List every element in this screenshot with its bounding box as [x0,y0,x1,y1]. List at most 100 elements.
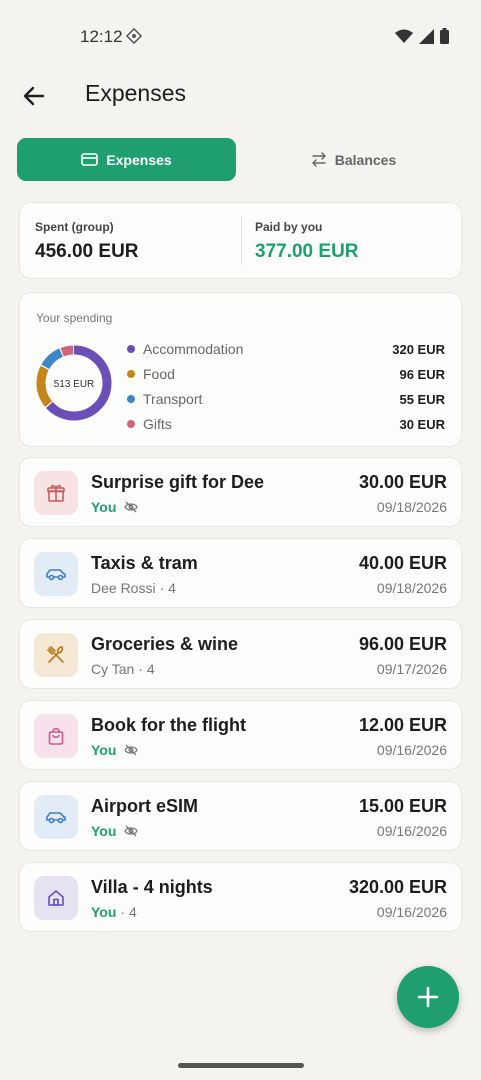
expense-amount: 320.00 EUR [348,877,447,897]
expense-title: Airport eSIM [91,796,199,816]
app-bar: Expenses [0,74,481,118]
hidden-eye-icon [124,501,139,513]
hidden-eye-icon [124,744,139,756]
tab-bar: Expenses Balances [17,138,464,181]
expense-amount: 40.00 EUR [358,553,447,573]
gift-icon [47,484,65,502]
expense-payer-line: You [91,499,139,515]
expense-item[interactable]: Surprise gift for Dee You 30.00 EUR 09/18/2… [19,457,462,527]
expense-category-badge [34,633,78,677]
spending-card: Your spending 513 EUR Accommodation 320 E… [19,292,462,447]
car-icon [46,812,66,824]
expense-payer: You [91,823,117,839]
expense-category-badge [34,795,78,839]
spent-group: Spent (group) 456.00 EUR [35,220,139,263]
status-bar: 12:12 [0,0,481,74]
expense-title: Groceries & wine [91,634,239,654]
expense-payer: You [91,742,117,758]
expense-participants: · 4 [159,580,176,596]
expense-item[interactable]: Airport eSIM You 15.00 EUR 09/16/2026 [19,781,462,851]
expense-payer: Cy Tan [91,661,135,677]
expense-title: Villa - 4 nights [91,877,213,897]
sync-status-icon [125,27,143,49]
legend-dot [127,370,135,378]
spent-value: 456.00 EUR [35,241,139,262]
legend-amount: 320 EUR [392,341,445,357]
expense-amount: 96.00 EUR [358,634,447,654]
expense-payer-line: Cy Tan · 4 [91,661,155,677]
expense-payer: Dee Rossi [91,580,156,596]
expense-participants: · 4 [120,904,137,920]
expense-category-badge [34,552,78,596]
legend-amount: 55 EUR [399,391,445,407]
expense-item[interactable]: Villa - 4 nights You · 4 320.00 EUR 09/16/2… [19,862,462,932]
plus-icon [417,986,439,1008]
expense-title: Surprise gift for Dee [91,472,265,492]
swap-arrows-icon [312,152,326,167]
expense-payer: You [91,904,117,920]
expense-payer-line: You [91,823,139,839]
expense-amount: 30.00 EUR [358,472,447,492]
spent-label: Spent (group) [35,220,114,234]
expense-payer-line: You [91,742,139,758]
wifi-icon [395,29,413,43]
spending-donut-chart: 513 EUR [36,345,112,421]
expense-payer-line: Dee Rossi · 4 [91,580,176,596]
expense-date: 09/16/2026 [376,823,447,839]
expense-date: 09/18/2026 [376,580,447,596]
paid-by-you: Paid by you 377.00 EUR [255,220,359,263]
paid-value: 377.00 EUR [255,241,359,262]
spending-title: Your spending [36,311,113,325]
back-button[interactable] [20,82,48,110]
legend-item-gifts: Gifts 30 EUR [127,414,445,434]
status-icons [395,28,449,44]
status-time: 12:12 [80,27,123,46]
expense-item[interactable]: Taxis & tram Dee Rossi · 4 40.00 EUR 09/18/… [19,538,462,608]
legend-name: Gifts [143,416,172,432]
legend-dot [127,420,135,428]
expense-payer: You [91,499,117,515]
legend-amount: 30 EUR [399,416,445,432]
paid-label: Paid by you [255,220,323,234]
expense-category-badge [34,471,78,515]
utensils-icon [47,646,64,663]
expense-date: 09/18/2026 [376,499,447,515]
summary-card: Spent (group) 456.00 EUR Paid by you 377… [19,202,462,279]
back-arrow-icon [23,86,45,106]
hidden-eye-icon [124,825,139,837]
expense-title: Taxis & tram [91,553,198,573]
expense-title: Book for the flight [91,715,246,735]
tab-expenses[interactable]: Expenses [17,138,236,181]
legend-name: Accommodation [143,341,244,357]
card-icon [81,153,99,166]
home-icon [48,890,64,906]
page-title: Expenses [85,80,187,106]
expense-date: 09/17/2026 [376,661,447,677]
expense-participants: · 4 [138,661,155,677]
shopping-bag-icon [48,727,64,745]
expense-amount: 12.00 EUR [358,715,447,735]
car-icon [46,569,66,581]
legend-amount: 96 EUR [399,366,445,382]
summary-divider [241,217,242,265]
battery-icon [440,28,449,44]
legend-dot [127,345,135,353]
add-expense-button[interactable] [397,966,459,1028]
expense-item[interactable]: Book for the flight You 12.00 EUR 09/16/202… [19,700,462,770]
tab-balances-label: Balances [334,151,397,168]
expense-payer-line: You · 4 [91,904,137,920]
expense-date: 09/16/2026 [376,742,447,758]
tab-expenses-label: Expenses [106,151,172,168]
signal-icon [419,28,434,44]
home-indicator[interactable] [178,1063,304,1068]
legend-item-food: Food 96 EUR [127,364,445,384]
expense-category-badge [34,876,78,920]
legend-name: Transport [143,391,203,407]
expense-amount: 15.00 EUR [358,796,447,816]
donut-total: 513 EUR [54,379,95,390]
tab-balances[interactable]: Balances [243,138,464,181]
expense-date: 09/16/2026 [376,904,447,920]
legend-item-transport: Transport 55 EUR [127,389,445,409]
legend-dot [127,395,135,403]
expense-item[interactable]: Groceries & wine Cy Tan · 4 96.00 EUR 09/17… [19,619,462,689]
